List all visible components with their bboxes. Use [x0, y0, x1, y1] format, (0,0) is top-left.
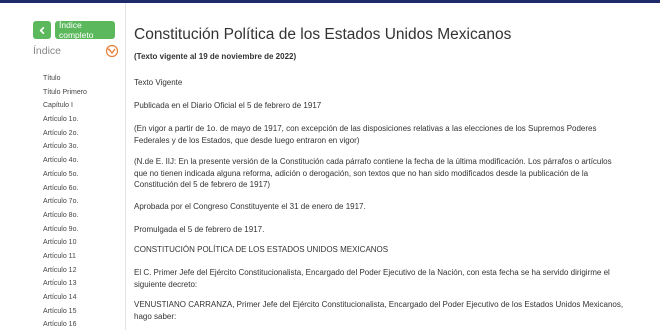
- index-item-articulo-13[interactable]: Artículo 13: [43, 277, 87, 291]
- index-toggle-icon[interactable]: [105, 44, 119, 58]
- paragraph-carranza: VENUSTIANO CARRANZA, Primer Jefe del Ejé…: [134, 300, 624, 321]
- index-item-articulo-14[interactable]: Artículo 14: [43, 291, 87, 305]
- document-subtitle: (Texto vigente al 19 de noviembre de 202…: [134, 52, 297, 61]
- index-item-articulo-11[interactable]: Artículo 11: [43, 250, 87, 264]
- chevron-left-icon: [39, 26, 44, 34]
- index-item-articulo-15[interactable]: Artículo 15: [43, 305, 87, 319]
- paragraph-promulgada: Promulgada el 5 de febrero de 1917.: [134, 225, 265, 234]
- index-item-articulo-16[interactable]: Artículo 16: [43, 318, 87, 330]
- paragraph-publicada: Publicada en el Diario Oficial el 5 de f…: [134, 101, 322, 110]
- paragraph-aprobada: Aprobada por el Congreso Constituyente e…: [134, 202, 366, 211]
- index-item-articulo-2[interactable]: Artículo 2o.: [43, 127, 87, 141]
- index-item-articulo-7[interactable]: Artículo 7o.: [43, 195, 87, 209]
- index-item-titulo[interactable]: Título: [43, 72, 87, 86]
- index-item-articulo-12[interactable]: Artículo 12: [43, 264, 87, 278]
- paragraph-decreto: El C. Primer Jefe del Ejército Constituc…: [134, 268, 610, 289]
- full-index-button[interactable]: Índice completo: [55, 20, 115, 40]
- index-heading: Índice: [33, 45, 62, 57]
- index-item-capitulo-i[interactable]: Capítulo I: [43, 99, 87, 113]
- index-item-titulo-primero[interactable]: Título Primero: [43, 86, 87, 100]
- index-list: Título Título Primero Capítulo I Artícul…: [43, 72, 87, 330]
- document-title: Constitución Política de los Estados Uni…: [134, 26, 512, 43]
- index-sidebar: Índice completo Índice Título Título Pri…: [0, 3, 126, 330]
- index-item-articulo-10[interactable]: Artículo 10: [43, 236, 87, 250]
- index-item-articulo-8[interactable]: Artículo 8o.: [43, 209, 87, 223]
- index-item-articulo-1[interactable]: Artículo 1o.: [43, 113, 87, 127]
- back-button[interactable]: [33, 21, 51, 39]
- index-item-articulo-4[interactable]: Artículo 4o.: [43, 154, 87, 168]
- index-item-articulo-3[interactable]: Artículo 3o.: [43, 140, 87, 154]
- paragraph-nota-editor: (N.de E. IIJ: En la presente versión de …: [134, 157, 612, 189]
- index-item-articulo-6[interactable]: Artículo 6o.: [43, 182, 87, 196]
- index-item-articulo-5[interactable]: Artículo 5o.: [43, 168, 87, 182]
- index-item-articulo-9[interactable]: Artículo 9o.: [43, 223, 87, 237]
- paragraph-texto-vigente: Texto Vigente: [134, 78, 183, 87]
- paragraph-constitucion-heading: CONSTITUCIÓN POLÍTICA DE LOS ESTADOS UNI…: [134, 245, 389, 254]
- paragraph-en-vigor: (En vigor a partir de 1o. de mayo de 191…: [134, 124, 597, 145]
- sidebar-buttons: Índice completo: [33, 20, 115, 40]
